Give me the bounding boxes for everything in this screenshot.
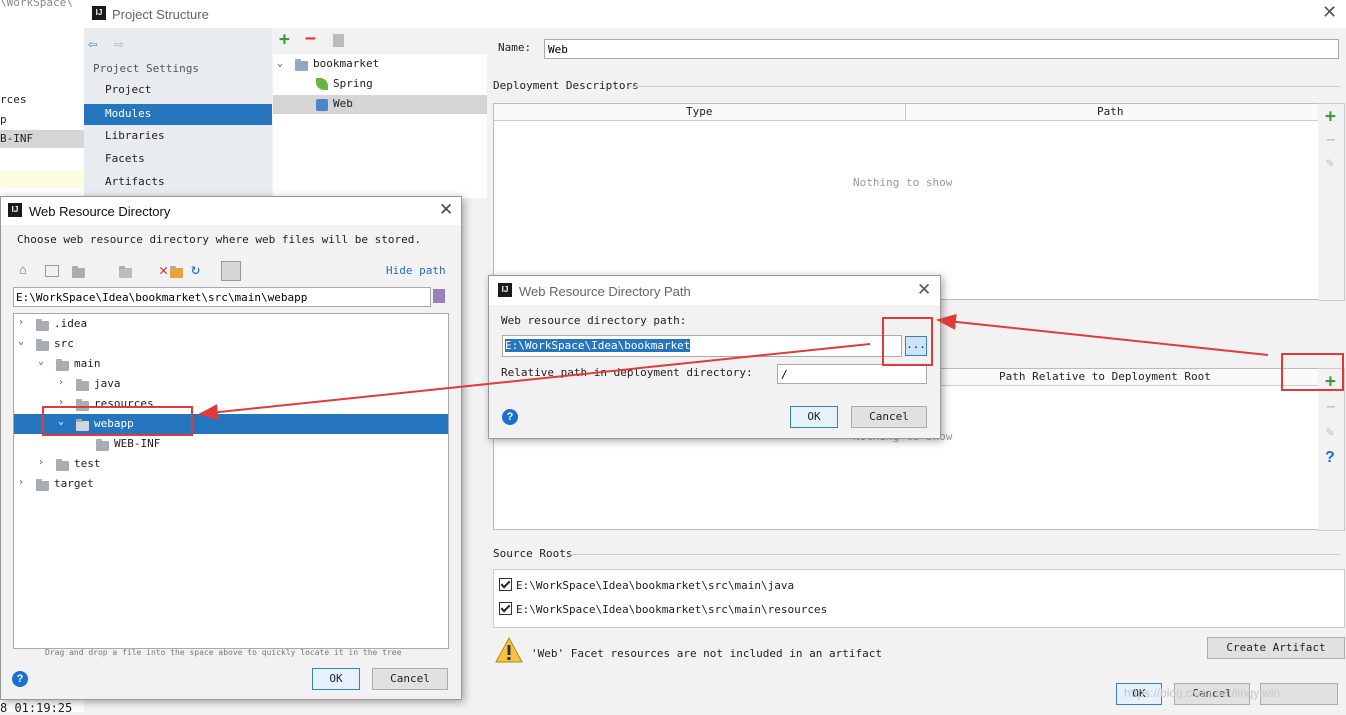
annotation-arrow-to-webapp — [198, 343, 871, 421]
annotation-arrow-to-browse — [936, 313, 1269, 356]
annotation-arrows — [198, 313, 1269, 421]
